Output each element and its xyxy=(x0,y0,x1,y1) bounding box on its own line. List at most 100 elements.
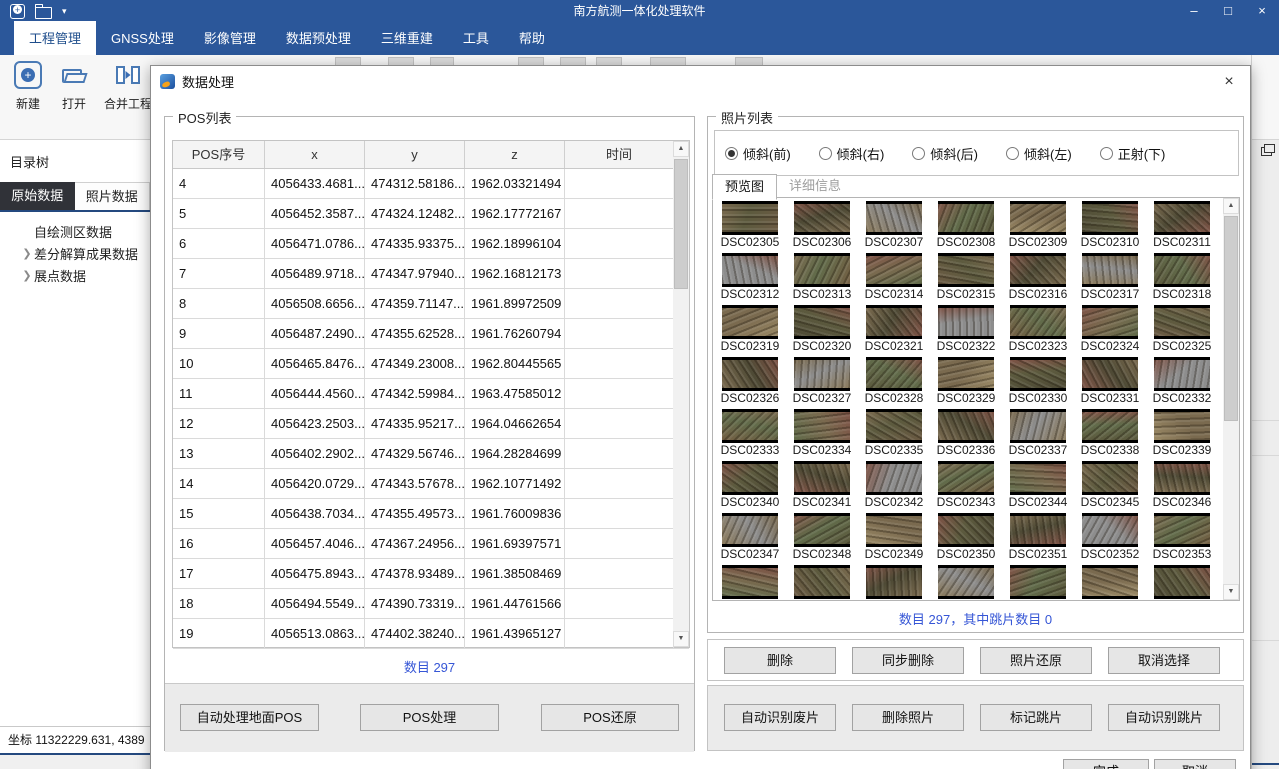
photo-cell[interactable]: DSC02342 xyxy=(858,458,930,510)
pos-table-row[interactable]: 174056475.8943...474378.93489...1961.385… xyxy=(173,559,689,589)
photo-cell[interactable]: DSC02311 xyxy=(1146,198,1218,250)
photo-cell[interactable]: DSC02345 xyxy=(1074,458,1146,510)
cancel-selection-button[interactable]: 取消选择 xyxy=(1108,647,1220,674)
maximize-icon[interactable]: □ xyxy=(1211,0,1245,22)
photo-cell[interactable]: DSC02347 xyxy=(714,510,786,562)
photo-cell[interactable]: DSC02325 xyxy=(1146,302,1218,354)
toolbar-item[interactable]: 新建 xyxy=(12,61,44,112)
delete-photos-button[interactable]: 删除照片 xyxy=(852,704,964,731)
pos-table-scrollbar[interactable]: ▲ ▼ xyxy=(673,141,689,647)
pos-table-row[interactable]: 74056489.9718...474347.97940...1962.1681… xyxy=(173,259,689,289)
photo-cell[interactable]: DSC02340 xyxy=(714,458,786,510)
photo-cell[interactable]: DSC02343 xyxy=(930,458,1002,510)
tab-details[interactable]: 详细信息 xyxy=(777,174,853,198)
photo-cell[interactable]: DSC02305 xyxy=(714,198,786,250)
pos-table-row[interactable]: 64056471.0786...474335.93375...1962.1899… xyxy=(173,229,689,259)
photo-cell[interactable] xyxy=(1146,562,1218,601)
finish-button[interactable]: 完成 xyxy=(1063,759,1149,769)
close-icon[interactable]: × xyxy=(1245,0,1279,22)
photo-cell[interactable] xyxy=(1074,562,1146,601)
photo-cell[interactable]: DSC02317 xyxy=(1074,250,1146,302)
menu-tab[interactable]: 三维重建 xyxy=(366,21,448,55)
sidebar-tab[interactable]: 照片数据 xyxy=(75,182,151,210)
restore-panel-icon[interactable] xyxy=(1261,147,1272,156)
radio-option[interactable]: 正射(下) xyxy=(1100,144,1166,163)
photo-cell[interactable]: DSC02321 xyxy=(858,302,930,354)
sync-delete-button[interactable]: 同步删除 xyxy=(852,647,964,674)
photo-cell[interactable]: DSC02313 xyxy=(786,250,858,302)
photo-cell[interactable]: DSC02330 xyxy=(1002,354,1074,406)
pos-table-row[interactable]: 94056487.2490...474355.62528...1961.7626… xyxy=(173,319,689,349)
tree-item[interactable]: 自绘测区数据 xyxy=(0,220,150,242)
pos-table-row[interactable]: 194056513.0863...474402.38240...1961.439… xyxy=(173,619,689,649)
photo-cell[interactable]: DSC02318 xyxy=(1146,250,1218,302)
photo-cell[interactable]: DSC02312 xyxy=(714,250,786,302)
photo-cell[interactable]: DSC02314 xyxy=(858,250,930,302)
photo-cell[interactable]: DSC02323 xyxy=(1002,302,1074,354)
scroll-down-icon[interactable]: ▼ xyxy=(673,631,689,647)
photo-cell[interactable]: DSC02310 xyxy=(1074,198,1146,250)
menu-tab[interactable]: 工具 xyxy=(448,21,504,55)
sidebar-tab[interactable]: 原始数据 xyxy=(0,182,75,210)
photo-cell[interactable]: DSC02316 xyxy=(1002,250,1074,302)
mark-skip-photo-button[interactable]: 标记跳片 xyxy=(980,704,1092,731)
photo-cell[interactable] xyxy=(1002,562,1074,601)
minimize-icon[interactable]: – xyxy=(1177,0,1211,22)
photo-cell[interactable]: DSC02331 xyxy=(1074,354,1146,406)
pos-process-button[interactable]: POS处理 xyxy=(360,704,499,731)
menu-tab[interactable]: 工程管理 xyxy=(14,21,96,55)
auto-detect-bad-photos-button[interactable]: 自动识别废片 xyxy=(724,704,836,731)
tree-item[interactable]: ❯展点数据 xyxy=(0,264,150,286)
radio-option[interactable]: 倾斜(后) xyxy=(912,144,978,163)
photo-cell[interactable]: DSC02315 xyxy=(930,250,1002,302)
photo-cell[interactable]: DSC02319 xyxy=(714,302,786,354)
photo-cell[interactable]: DSC02350 xyxy=(930,510,1002,562)
column-header[interactable]: y xyxy=(365,141,465,168)
radio-option[interactable]: 倾斜(右) xyxy=(819,144,885,163)
scroll-down-icon[interactable]: ▼ xyxy=(1223,584,1239,600)
photo-cell[interactable]: DSC02308 xyxy=(930,198,1002,250)
pos-table-row[interactable]: 164056457.4046...474367.24956...1961.693… xyxy=(173,529,689,559)
photo-cell[interactable]: DSC02339 xyxy=(1146,406,1218,458)
photo-cell[interactable]: DSC02335 xyxy=(858,406,930,458)
photo-cell[interactable]: DSC02353 xyxy=(1146,510,1218,562)
radio-option[interactable]: 倾斜(左) xyxy=(1006,144,1072,163)
photo-cell[interactable]: DSC02307 xyxy=(858,198,930,250)
pos-table-row[interactable]: 124056423.2503...474335.95217...1964.046… xyxy=(173,409,689,439)
photo-cell[interactable]: DSC02341 xyxy=(786,458,858,510)
pos-table-row[interactable]: 114056444.4560...474342.59984...1963.475… xyxy=(173,379,689,409)
photo-cell[interactable] xyxy=(786,562,858,601)
pos-table-row[interactable]: 154056438.7034...474355.49573...1961.760… xyxy=(173,499,689,529)
photo-restore-button[interactable]: 照片还原 xyxy=(980,647,1092,674)
photo-grid-scrollbar[interactable]: ▲ ▼ xyxy=(1223,198,1239,600)
photo-cell[interactable]: DSC02334 xyxy=(786,406,858,458)
toolbar-item[interactable]: 合并工程 xyxy=(104,61,152,112)
pos-table-row[interactable]: 84056508.6656...474359.71147...1961.8997… xyxy=(173,289,689,319)
photo-cell[interactable]: DSC02344 xyxy=(1002,458,1074,510)
pos-table-row[interactable]: 104056465.8476...474349.23008...1962.804… xyxy=(173,349,689,379)
scrollbar-thumb[interactable] xyxy=(674,159,688,289)
photo-cell[interactable]: DSC02351 xyxy=(1002,510,1074,562)
photo-cell[interactable]: DSC02332 xyxy=(1146,354,1218,406)
delete-button[interactable]: 删除 xyxy=(724,647,836,674)
photo-cell[interactable]: DSC02306 xyxy=(786,198,858,250)
radio-option[interactable]: 倾斜(前) xyxy=(725,144,791,163)
auto-process-ground-pos-button[interactable]: 自动处理地面POS xyxy=(180,704,319,731)
toolbar-item[interactable]: 打开 xyxy=(58,61,90,112)
tree-item[interactable]: ❯差分解算成果数据 xyxy=(0,242,150,264)
pos-table-row[interactable]: 134056402.2902...474329.56746...1964.282… xyxy=(173,439,689,469)
pos-table-row[interactable]: 144056420.0729...474343.57678...1962.107… xyxy=(173,469,689,499)
scroll-up-icon[interactable]: ▲ xyxy=(673,141,689,157)
photo-cell[interactable]: DSC02338 xyxy=(1074,406,1146,458)
menu-tab[interactable]: 帮助 xyxy=(504,21,560,55)
column-header[interactable]: x xyxy=(265,141,365,168)
photo-cell[interactable]: DSC02326 xyxy=(714,354,786,406)
photo-cell[interactable] xyxy=(714,562,786,601)
photo-cell[interactable]: DSC02336 xyxy=(930,406,1002,458)
photo-cell[interactable]: DSC02320 xyxy=(786,302,858,354)
photo-cell[interactable]: DSC02327 xyxy=(786,354,858,406)
photo-cell[interactable]: DSC02329 xyxy=(930,354,1002,406)
cancel-button[interactable]: 取消 xyxy=(1154,759,1236,769)
scroll-up-icon[interactable]: ▲ xyxy=(1223,198,1239,214)
tab-preview[interactable]: 预览图 xyxy=(712,174,777,200)
